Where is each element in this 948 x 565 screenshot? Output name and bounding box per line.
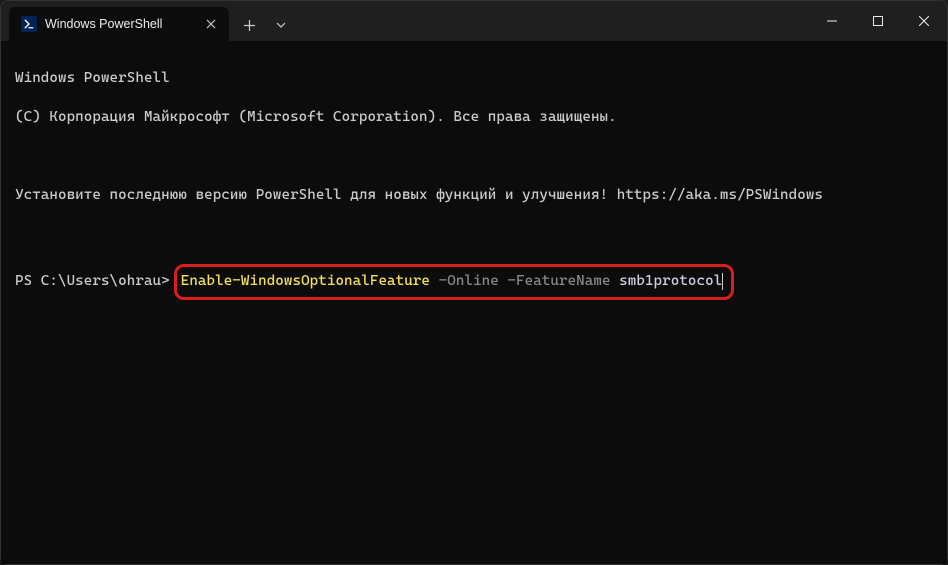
prompt-line: PS C:\Users\ohrau>Enable-WindowsOptional… bbox=[15, 264, 734, 300]
window-controls bbox=[809, 1, 947, 41]
close-window-button[interactable] bbox=[901, 1, 947, 41]
powershell-icon bbox=[21, 16, 37, 32]
output-line: Windows PowerShell bbox=[15, 69, 933, 89]
cmd-flag: -Online bbox=[430, 272, 499, 292]
close-tab-button[interactable] bbox=[203, 16, 219, 32]
blank-line bbox=[15, 225, 933, 245]
blank-line bbox=[15, 147, 933, 167]
output-line: (C) Корпорация Майкрософт (Microsoft Cor… bbox=[15, 108, 933, 128]
cmd-arg: smb1protocol bbox=[611, 272, 723, 292]
tab-strip: Windows PowerShell bbox=[1, 1, 297, 41]
output-line: Установите последнюю версию PowerShell д… bbox=[15, 186, 933, 206]
tab-dropdown-button[interactable] bbox=[265, 9, 297, 41]
title-bar: Windows PowerShell bbox=[1, 1, 947, 41]
terminal-content[interactable]: Windows PowerShell (C) Корпорация Майкро… bbox=[1, 41, 947, 564]
command-highlight: Enable-WindowsOptionalFeature -Online -F… bbox=[174, 264, 735, 300]
cmdlet-name: Enable-WindowsOptionalFeature bbox=[181, 272, 430, 292]
tab-powershell[interactable]: Windows PowerShell bbox=[9, 7, 229, 41]
minimize-button[interactable] bbox=[809, 1, 855, 41]
maximize-button[interactable] bbox=[855, 1, 901, 41]
prompt-text: PS C:\Users\ohrau> bbox=[15, 272, 170, 292]
tab-title: Windows PowerShell bbox=[45, 17, 162, 31]
new-tab-button[interactable] bbox=[233, 9, 265, 41]
text-cursor bbox=[722, 273, 723, 290]
cmd-flag: -FeatureName bbox=[499, 272, 611, 292]
